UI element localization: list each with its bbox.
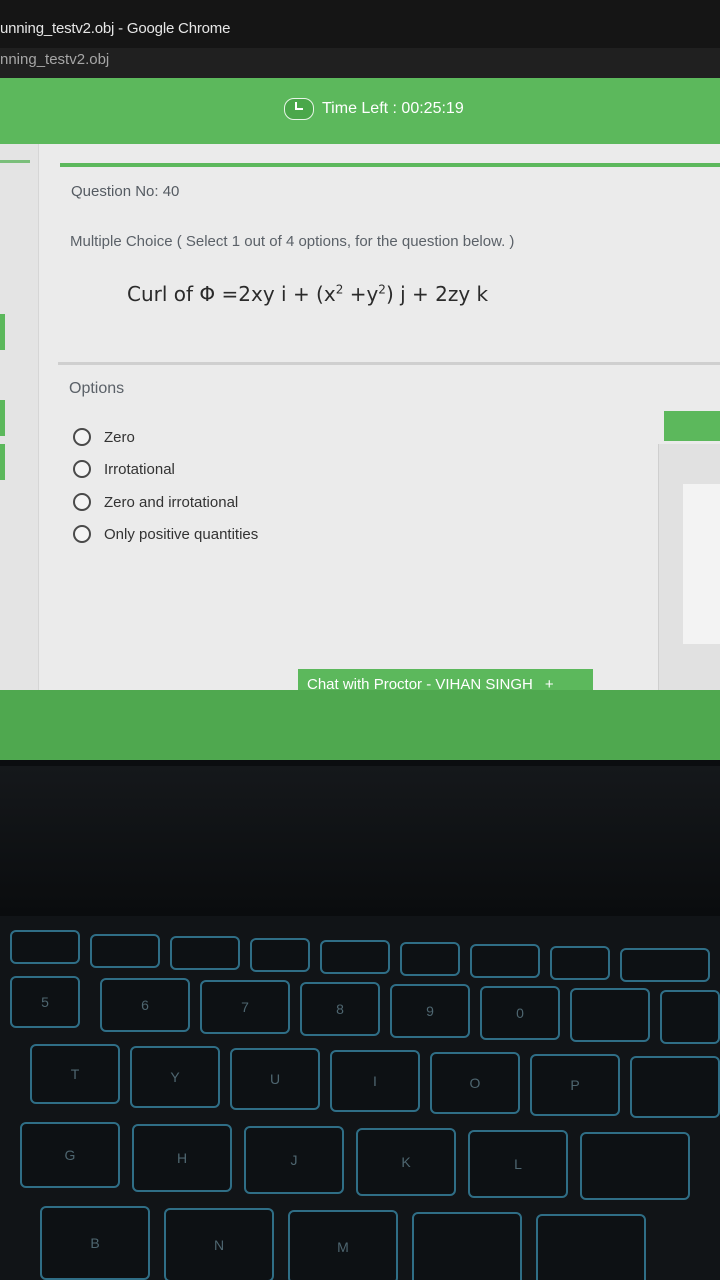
section-divider [58, 362, 720, 365]
address-text: nning_testv2.obj [0, 51, 110, 68]
exam-header: Time Left : 00:25:19 [0, 78, 720, 144]
radio-button[interactable] [73, 493, 91, 511]
keyboard-key: T [30, 1044, 120, 1104]
keyboard-key: I [330, 1050, 420, 1112]
monitor-screen: unning_testv2.obj - Google Chrome nning_… [0, 0, 720, 760]
side-panel-content [683, 484, 720, 644]
keyboard-key: P [530, 1054, 620, 1116]
browser-address-bar[interactable]: nning_testv2.obj [0, 48, 720, 80]
question-type: Multiple Choice ( Select 1 out of 4 opti… [70, 233, 515, 250]
keyboard-key: B [40, 1206, 150, 1280]
keyboard-key: 5 [10, 976, 80, 1028]
keyboard-key: 9 [390, 984, 470, 1038]
question-text-part: ) j + 2zy k [385, 282, 489, 306]
laptop-keyboard: 5 6 7 8 9 0 T Y U I O P G H J K L B N M [0, 916, 720, 1280]
keyboard-key [470, 944, 540, 978]
question-text-part: Curl of Φ =2xy i + (x [127, 282, 336, 306]
keyboard-key: H [132, 1124, 232, 1192]
keyboard-key [90, 934, 160, 968]
question-text-part: +y [343, 282, 379, 306]
keyboard-key [536, 1214, 646, 1280]
keyboard-key: J [244, 1126, 344, 1194]
option-zero-and-irrotational[interactable]: Zero and irrotational [73, 489, 238, 515]
question-navigation-rail [0, 144, 39, 692]
clock-icon [284, 98, 314, 120]
option-irrotational[interactable]: Irrotational [73, 456, 175, 482]
keyboard-key [170, 936, 240, 970]
keyboard-key: U [230, 1048, 320, 1110]
keyboard-key [250, 938, 310, 972]
option-only-positive-quantities[interactable]: Only positive quantities [73, 521, 258, 547]
timer: Time Left : 00:25:19 [284, 98, 464, 120]
laptop-bezel [0, 766, 720, 916]
timer-label: Time Left : 00:25:19 [322, 100, 464, 117]
radio-button[interactable] [73, 460, 91, 478]
keyboard-key [320, 940, 390, 974]
question-superscript: 2 [378, 282, 386, 297]
side-panel [658, 444, 720, 692]
keyboard-key: 0 [480, 986, 560, 1040]
keyboard-key [660, 990, 720, 1044]
option-label: Only positive quantities [104, 525, 259, 543]
rail-marker[interactable] [0, 400, 5, 436]
keyboard-key [570, 988, 650, 1042]
question-text: Curl of Φ =2xy i + (x2 +y2) j + 2zy k [127, 282, 488, 306]
option-zero[interactable]: Zero [73, 424, 135, 450]
window-title: unning_testv2.obj - Google Chrome [0, 20, 231, 37]
keyboard-key: O [430, 1052, 520, 1114]
keyboard-key [580, 1132, 690, 1200]
rail-marker[interactable] [0, 444, 5, 480]
keyboard-key: L [468, 1130, 568, 1198]
side-panel-tab[interactable] [664, 411, 720, 441]
option-label: Irrotational [104, 460, 175, 478]
question-number: Question No: 40 [71, 183, 180, 200]
keyboard-key: 7 [200, 980, 290, 1034]
keyboard-key: 6 [100, 978, 190, 1032]
keyboard-key: M [288, 1210, 398, 1280]
radio-button[interactable] [73, 525, 91, 543]
browser-title-bar: unning_testv2.obj - Google Chrome [0, 0, 720, 48]
keyboard-key: 8 [300, 982, 380, 1036]
rail-marker[interactable] [0, 314, 5, 350]
keyboard-key [630, 1056, 720, 1118]
keyboard-key [620, 948, 710, 982]
keyboard-key: Y [130, 1046, 220, 1108]
question-page: Question No: 40 Multiple Choice ( Select… [0, 144, 720, 699]
keyboard-key [400, 942, 460, 976]
keyboard-key [10, 930, 80, 964]
question-top-rule [60, 163, 720, 167]
options-heading: Options [69, 380, 125, 397]
keyboard-key [550, 946, 610, 980]
keyboard-key: N [164, 1208, 274, 1280]
radio-button[interactable] [73, 428, 91, 446]
keyboard-key: G [20, 1122, 120, 1188]
option-label: Zero and irrotational [104, 493, 239, 511]
exam-footer [0, 690, 720, 760]
keyboard-key [412, 1212, 522, 1280]
keyboard-key: K [356, 1128, 456, 1196]
option-label: Zero [104, 428, 135, 446]
rail-divider [0, 160, 30, 163]
